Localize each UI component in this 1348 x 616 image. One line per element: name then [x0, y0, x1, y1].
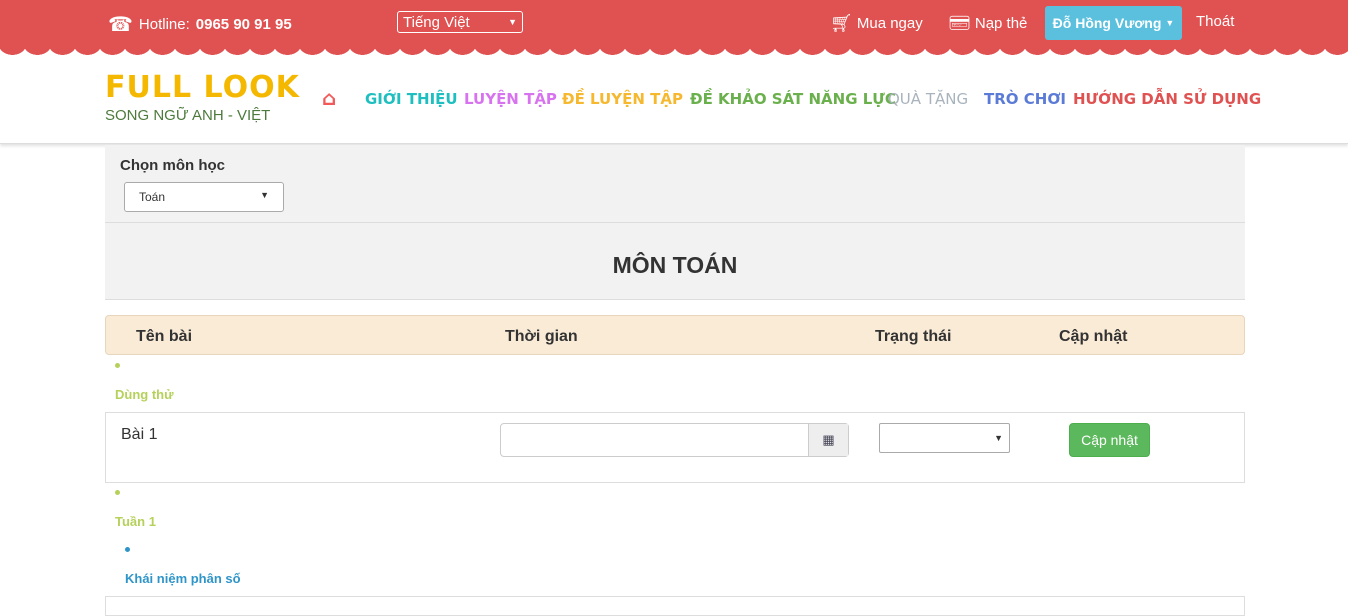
column-header: Thời gian	[505, 328, 578, 345]
bullet	[115, 363, 120, 368]
topup-label: Nạp thẻ	[974, 15, 1028, 32]
calendar-icon[interactable]: ▦	[808, 424, 848, 456]
nav-item[interactable]: HƯỚNG DẪN SỬ DỤNG	[1073, 90, 1261, 108]
buy-now-link[interactable]: 🛒︎ Mua ngay	[830, 13, 923, 34]
lesson-name: Bài 1	[121, 426, 158, 443]
chevron-down-icon: ▼	[260, 190, 269, 200]
table-row	[105, 596, 1245, 616]
topup-link[interactable]: 💳︎ Nạp thẻ	[948, 13, 1027, 34]
chevron-down-icon: ▼	[994, 433, 1003, 443]
buy-label: Mua ngay	[856, 15, 923, 32]
wave-divider	[0, 44, 1348, 56]
group-label: Dùng thử	[115, 387, 174, 402]
logo[interactable]: FULL LOOK	[105, 70, 300, 105]
bullet	[125, 547, 130, 552]
group-label: Khái niệm phân số	[125, 571, 241, 586]
phone-icon: ☎	[108, 14, 133, 36]
card-icon: 💳︎	[948, 13, 971, 33]
nav-item[interactable]: QUÀ TẶNG	[888, 90, 968, 108]
hotline-label: Hotline:	[138, 16, 190, 33]
hotline: ☎ Hotline: 0965 90 91 95	[108, 12, 292, 37]
page-title: MÔN TOÁN	[612, 252, 738, 278]
cart-icon: 🛒︎	[830, 13, 853, 33]
logo-subtitle: SONG NGỮ ANH - VIỆT	[105, 107, 271, 124]
user-menu-button[interactable]: Đỗ Hồng Vương ▼	[1045, 6, 1182, 40]
subject-panel: Chọn môn học Toán ▼ MÔN TOÁN	[105, 145, 1245, 300]
language-select[interactable]: Tiếng Việt ▼	[397, 11, 523, 33]
nav-item[interactable]: LUYỆN TẬP	[464, 90, 557, 108]
language-value: Tiếng Việt	[403, 13, 470, 31]
caret-down-icon: ▼	[1165, 18, 1175, 28]
nav-item[interactable]: GIỚI THIỆU	[365, 90, 458, 108]
time-input[interactable]: ▦	[500, 423, 849, 457]
nav-item[interactable]: TRÒ CHƠI	[984, 90, 1066, 108]
table-header: Tên bài Thời gian Trạng thái Cập nhật	[105, 315, 1245, 355]
nav-item[interactable]: ĐỀ KHẢO SÁT NĂNG LỰC	[690, 90, 896, 108]
home-icon[interactable]: ⌂	[322, 86, 336, 110]
hotline-number: 0965 90 91 95	[195, 16, 292, 33]
header: FULL LOOK SONG NGỮ ANH - VIỆT ⌂ GIỚI THI…	[0, 56, 1348, 144]
subject-label: Chọn môn học	[120, 157, 225, 174]
subject-value: Toán	[139, 190, 166, 204]
logout-label: Thoát	[1196, 13, 1235, 30]
group-label: Tuần 1	[115, 514, 156, 529]
nav-item[interactable]: ĐỀ LUYỆN TẬP	[562, 90, 683, 108]
update-button[interactable]: Cập nhật	[1069, 423, 1150, 457]
status-select[interactable]: ▼	[879, 423, 1010, 453]
chevron-down-icon: ▼	[508, 17, 517, 27]
user-name: Đỗ Hồng Vương	[1052, 15, 1162, 31]
bullet	[115, 490, 120, 495]
subject-select[interactable]: Toán ▼	[124, 182, 284, 212]
column-header: Trạng thái	[875, 328, 952, 345]
top-bar: ☎ Hotline: 0965 90 91 95 Tiếng Việt ▼ 🛒︎ M…	[0, 0, 1348, 44]
logout-link[interactable]: Thoát	[1196, 13, 1234, 30]
column-header: Cập nhật	[1059, 328, 1128, 345]
divider	[105, 222, 1245, 223]
column-header: Tên bài	[136, 328, 193, 345]
